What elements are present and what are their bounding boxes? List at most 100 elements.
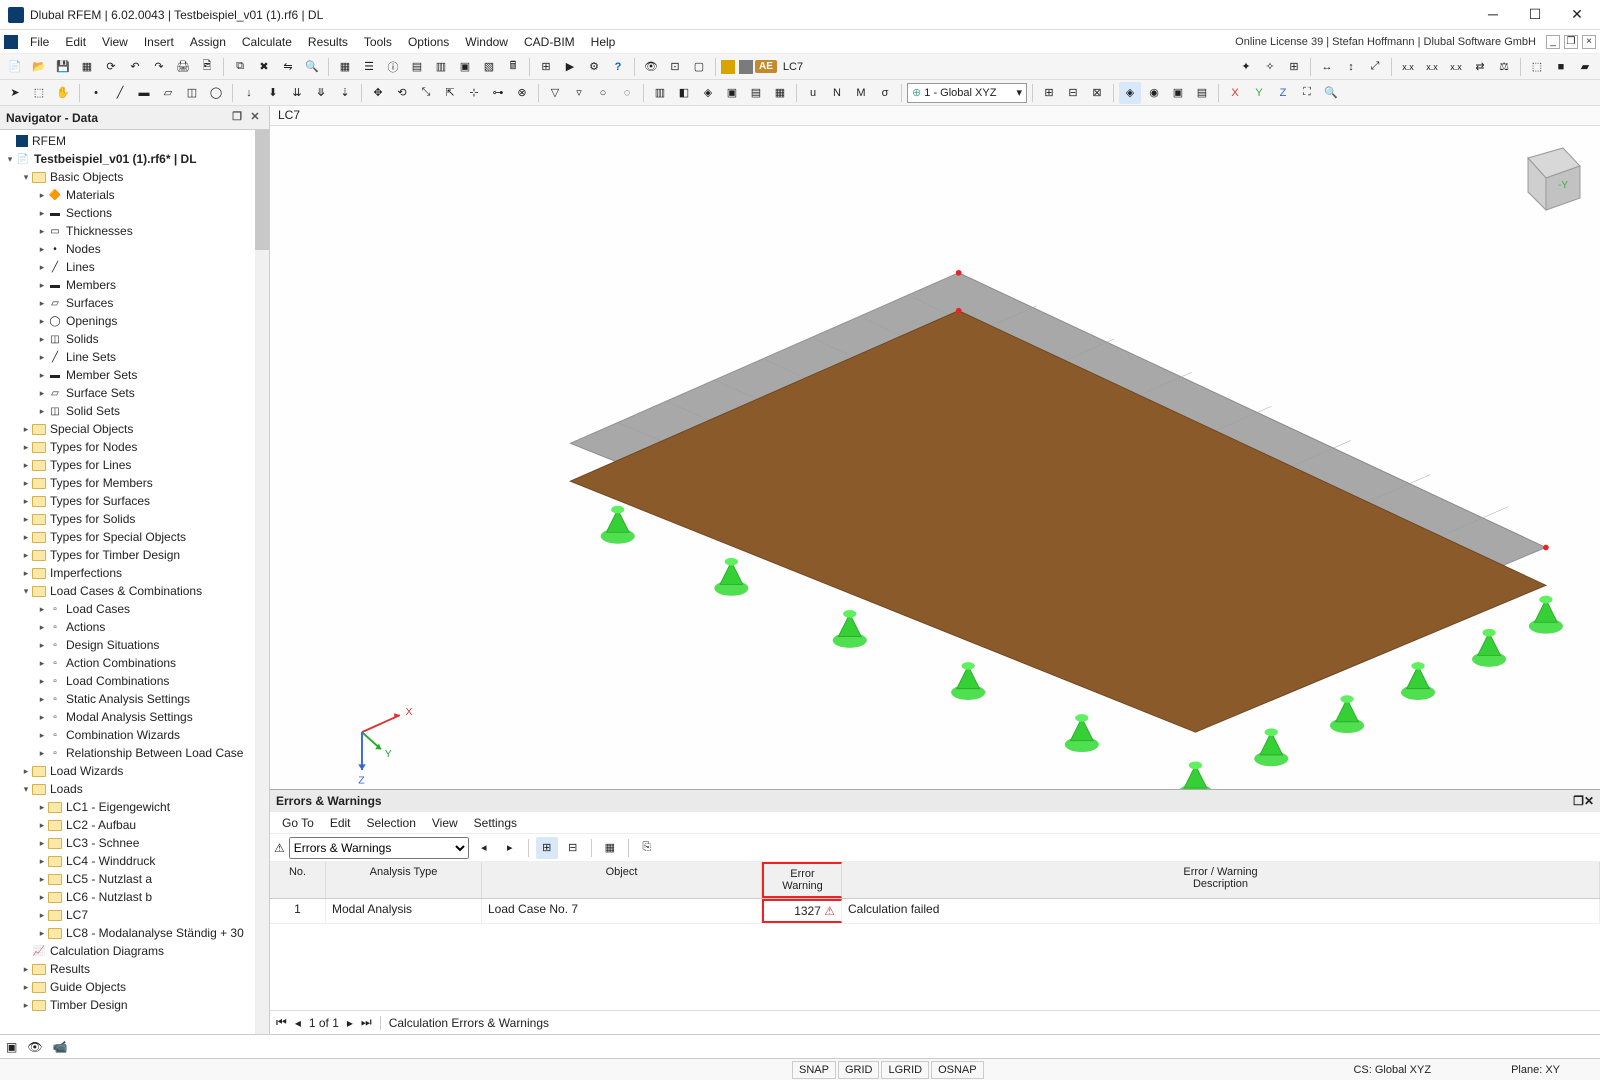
support-node-icon[interactable]: ▽ <box>544 82 566 104</box>
menu-view[interactable]: View <box>94 32 136 52</box>
tree-lc1-eigengewicht[interactable]: ▸LC1 - Eigengewicht <box>0 798 269 816</box>
tree-scrollbar[interactable] <box>255 130 269 1034</box>
coord-system-selector[interactable]: ⊕ 1 - Global XYZ▾ <box>907 83 1027 103</box>
workplane-xy-icon[interactable]: ⊞ <box>1038 82 1060 104</box>
errors-filter-select[interactable]: Errors & Warnings <box>289 837 469 859</box>
tree-action-combinations[interactable]: ▸▫Action Combinations <box>0 654 269 672</box>
block-manager-icon[interactable]: ▦ <box>76 56 98 78</box>
app-menu-icon[interactable] <box>4 35 18 49</box>
tree-load-wizards[interactable]: ▸Load Wizards <box>0 762 269 780</box>
isolate-icon[interactable]: ⊡ <box>664 56 686 78</box>
mdi-minimize-button[interactable]: _ <box>1546 35 1560 49</box>
menu-edit[interactable]: Edit <box>57 32 94 52</box>
zoom-window-icon[interactable]: 🔍 <box>1320 82 1342 104</box>
minimize-button[interactable]: ─ <box>1478 6 1508 23</box>
workplane-xz-icon[interactable]: ⊟ <box>1062 82 1084 104</box>
units-icon[interactable]: ⚖ <box>1493 56 1515 78</box>
status-toggle-snap[interactable]: SNAP <box>792 1061 836 1079</box>
pager-prev-icon[interactable]: ◂ <box>295 1016 301 1030</box>
errors-close-icon[interactable]: ✕ <box>1584 794 1594 808</box>
terminal-icon[interactable]: ▧ <box>478 56 500 78</box>
tree-surface-sets[interactable]: ▸▱Surface Sets <box>0 384 269 402</box>
load-member-icon[interactable]: ⇊ <box>286 82 308 104</box>
navigator-restore-icon[interactable]: ❐ <box>229 110 245 126</box>
axis-z-icon[interactable]: Z <box>1272 82 1294 104</box>
tree-line-sets[interactable]: ▸╱Line Sets <box>0 348 269 366</box>
errors-table-icon[interactable]: ▦ <box>599 837 621 859</box>
tree-combination-wizards[interactable]: ▸▫Combination Wizards <box>0 726 269 744</box>
errors-menu-edit[interactable]: Edit <box>322 814 359 832</box>
tree-types-for-timber-design[interactable]: ▸Types for Timber Design <box>0 546 269 564</box>
tree-static-analysis-settings[interactable]: ▸▫Static Analysis Settings <box>0 690 269 708</box>
tree-results[interactable]: ▸Results <box>0 960 269 978</box>
divide-icon[interactable]: ⊹ <box>463 82 485 104</box>
tree-guide-objects[interactable]: ▸Guide Objects <box>0 978 269 996</box>
errors-menu-selection[interactable]: Selection <box>359 814 424 832</box>
errors-prev-icon[interactable]: ◂ <box>473 837 495 859</box>
menu-window[interactable]: Window <box>457 32 516 52</box>
release-icon[interactable]: ◌ <box>616 82 638 104</box>
tree-load-cases[interactable]: ▸▫Load Cases <box>0 600 269 618</box>
col-error-warning[interactable]: ErrorWarning <box>762 862 842 898</box>
move-icon[interactable]: ✥ <box>367 82 389 104</box>
tree-loads[interactable]: ▾Loads <box>0 780 269 798</box>
results-sigma-icon[interactable]: σ <box>874 82 896 104</box>
view-front-icon[interactable]: ▤ <box>1191 82 1213 104</box>
section-view-icon[interactable]: ▥ <box>649 82 671 104</box>
renumber-icon[interactable]: ⇄ <box>1469 56 1491 78</box>
errors-next-icon[interactable]: ▸ <box>499 837 521 859</box>
tree-project[interactable]: ▾📄Testbeispiel_v01 (1).rf6* | DL <box>0 150 269 168</box>
hinge-icon[interactable]: ○ <box>592 82 614 104</box>
menu-insert[interactable]: Insert <box>136 32 182 52</box>
errors-menu-go-to[interactable]: Go To <box>274 814 322 832</box>
mesh-icon[interactable]: ⊞ <box>535 56 557 78</box>
load-free-icon[interactable]: ⇣ <box>334 82 356 104</box>
grid-icon[interactable]: ▤ <box>406 56 428 78</box>
mdi-close-button[interactable]: × <box>1582 35 1596 49</box>
top-view-icon[interactable]: ▣ <box>721 82 743 104</box>
status-toggle-grid[interactable]: GRID <box>838 1061 880 1079</box>
dimension-y-icon[interactable]: ↕ <box>1340 56 1362 78</box>
load-node-icon[interactable]: ↓ <box>238 82 260 104</box>
tree-lc5-nutzlast-a[interactable]: ▸LC5 - Nutzlast a <box>0 870 269 888</box>
errors-grid[interactable]: No. Analysis Type Object ErrorWarning Er… <box>270 862 1600 1010</box>
view-iso-icon[interactable]: ◈ <box>1119 82 1141 104</box>
redo-icon[interactable]: ↷ <box>148 56 170 78</box>
menu-calculate[interactable]: Calculate <box>234 32 300 52</box>
calculator-icon[interactable]: 🖩 <box>502 56 524 78</box>
mirror-icon[interactable]: ⇋ <box>277 56 299 78</box>
tree-special-objects[interactable]: ▸Special Objects <box>0 420 269 438</box>
tree-types-for-solids[interactable]: ▸Types for Solids <box>0 510 269 528</box>
tree-modal-analysis-settings[interactable]: ▸▫Modal Analysis Settings <box>0 708 269 726</box>
tree-root[interactable]: ▸RFEM <box>0 132 269 150</box>
pager-next-icon[interactable]: ▸ <box>347 1016 353 1030</box>
dimension-x-icon[interactable]: ↔ <box>1316 56 1338 78</box>
view-icon[interactable]: 👁 <box>640 56 662 78</box>
connect-icon[interactable]: ⊶ <box>487 82 509 104</box>
tree-design-situations[interactable]: ▸▫Design Situations <box>0 636 269 654</box>
col-description[interactable]: Error / WarningDescription <box>842 862 1600 898</box>
calculate-icon[interactable]: ▶ <box>559 56 581 78</box>
status-toggle-osnap[interactable]: OSNAP <box>931 1061 984 1079</box>
tree-load-combinations[interactable]: ▸▫Load Combinations <box>0 672 269 690</box>
menu-results[interactable]: Results <box>300 32 356 52</box>
tree-lines[interactable]: ▸╱Lines <box>0 258 269 276</box>
snap-grid-icon[interactable]: ⊞ <box>1283 56 1305 78</box>
rotate-icon[interactable]: ⟲ <box>391 82 413 104</box>
clip-plane-icon[interactable]: ◧ <box>673 82 695 104</box>
menu-assign[interactable]: Assign <box>182 32 234 52</box>
tree-solid-sets[interactable]: ▸◫Solid Sets <box>0 402 269 420</box>
viewport-3d[interactable]: X Y Z -Y <box>270 126 1600 789</box>
label-member-icon[interactable]: x.x <box>1445 56 1467 78</box>
menu-file[interactable]: File <box>22 32 57 52</box>
tree-lc7[interactable]: ▸LC7 <box>0 906 269 924</box>
snap-line-icon[interactable]: ✧ <box>1259 56 1281 78</box>
dimension-z-icon[interactable]: ⤢ <box>1364 56 1386 78</box>
tree-types-for-special-objects[interactable]: ▸Types for Special Objects <box>0 528 269 546</box>
camera-icon[interactable]: 📹 <box>53 1040 68 1054</box>
cursor-icon[interactable]: ➤ <box>4 82 26 104</box>
pager-last-icon[interactable]: ⏭ <box>361 1015 372 1030</box>
axis-x-icon[interactable]: X <box>1224 82 1246 104</box>
panel-toggle-icon[interactable]: ▣ <box>6 1040 17 1054</box>
tree-imperfections[interactable]: ▸Imperfections <box>0 564 269 582</box>
